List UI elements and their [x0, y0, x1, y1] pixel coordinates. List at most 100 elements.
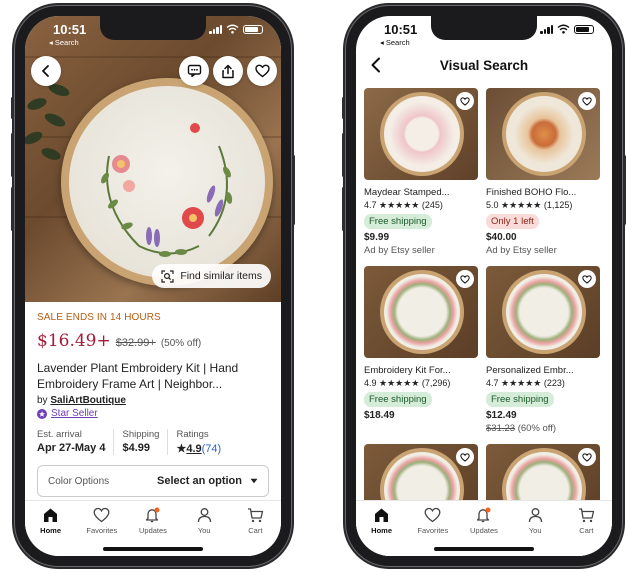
result-thumbnail[interactable]: [364, 88, 478, 180]
star-seller-label: Star Seller: [51, 408, 98, 419]
spec-label: Ratings: [176, 429, 209, 440]
signal-icon: [540, 24, 553, 34]
result-thumbnail[interactable]: [486, 88, 600, 180]
favorite-button[interactable]: [456, 270, 474, 288]
favorite-button[interactable]: [247, 56, 277, 86]
result-rating: 4.7 ★★★★★ (223): [486, 378, 565, 388]
message-seller-button[interactable]: [179, 56, 209, 86]
caret-down-icon: [250, 478, 258, 484]
stock-badge: Only 1 left: [486, 214, 539, 229]
visual-search-screen: 10:51 ◂ Search Visual Search Maydear Sta…: [356, 16, 612, 556]
result-title: Personalized Embr...: [486, 365, 574, 376]
share-icon: [222, 64, 234, 78]
original-price: $32.99+: [115, 337, 156, 349]
notch: [431, 16, 537, 40]
spec-shipping: Shipping $4.99: [122, 429, 169, 455]
tab-label: Cart: [248, 526, 263, 535]
home-icon: [44, 508, 58, 522]
tab-home[interactable]: Home: [27, 507, 75, 556]
original-price: $31.23: [486, 423, 516, 434]
tab-label: Cart: [579, 526, 594, 535]
favorite-button[interactable]: [456, 448, 474, 466]
battery-icon: [574, 24, 594, 34]
ad-label: Ad by Etsy seller: [364, 245, 435, 256]
bell-icon: [477, 507, 491, 523]
result-price: $18.49: [364, 410, 395, 421]
volume-up-button: [11, 133, 14, 177]
current-price: $16.49+: [37, 331, 111, 351]
visual-search-icon: [161, 269, 174, 283]
home-indicator[interactable]: [103, 547, 203, 551]
power-button: [292, 155, 295, 225]
result-rating: 4.7 ★★★★★ (245): [364, 200, 443, 210]
silent-switch: [342, 97, 345, 119]
spec-value: ★4.9(74): [176, 442, 221, 455]
discount-percent: (50% off): [160, 338, 202, 349]
favorite-button[interactable]: [578, 92, 596, 110]
tab-label: You: [197, 526, 211, 535]
wifi-icon: [226, 24, 239, 34]
listing-title[interactable]: Lavender Plant Embroidery Kit | Hand Emb…: [37, 360, 269, 392]
seller-link[interactable]: SaliArtBoutique: [50, 395, 126, 406]
status-time: 10:51: [384, 22, 418, 37]
result-price: $12.49: [486, 410, 517, 421]
color-options-select[interactable]: Color Options Select an option: [37, 465, 269, 497]
select-value: Select an option: [157, 475, 242, 487]
sale-banner: SALE ENDS IN 14 HOURS: [37, 312, 161, 323]
result-title: Maydear Stamped...: [364, 187, 450, 198]
rating-value: 4.9: [186, 443, 202, 455]
bell-icon: [146, 507, 160, 523]
back-to-search-link[interactable]: ◂ Search: [49, 38, 79, 47]
page-title: Visual Search: [439, 58, 529, 73]
result-card[interactable]: Finished BOHO Flo... 5.0 ★★★★★ (1,125) O…: [486, 88, 600, 256]
share-button[interactable]: [213, 56, 243, 86]
spec-ratings[interactable]: Ratings ★4.9(74): [176, 429, 229, 455]
silent-switch: [11, 97, 14, 119]
phone-frame-left: Find similar items 10:51 ◂ Search SALE E…: [11, 5, 295, 567]
back-to-search-link[interactable]: ◂ Search: [380, 38, 410, 47]
tab-home[interactable]: Home: [358, 507, 406, 556]
listing-details: SALE ENDS IN 14 HOURS $16.49+ $32.99+ (5…: [25, 302, 281, 497]
status-icons: [209, 24, 263, 34]
phone-frame-right: 10:51 ◂ Search Visual Search Maydear Sta…: [342, 5, 626, 567]
tab-label: Favorites: [86, 526, 118, 535]
home-indicator[interactable]: [434, 547, 534, 551]
tab-label: You: [528, 526, 542, 535]
shipping-badge: Free shipping: [486, 392, 554, 407]
status-bar: 10:51 ◂ Search: [25, 16, 281, 56]
cart-icon: [247, 508, 263, 523]
wifi-icon: [557, 24, 570, 34]
result-thumbnail[interactable]: [486, 266, 600, 358]
result-card[interactable]: Maydear Stamped... 4.7 ★★★★★ (245) Free …: [364, 88, 478, 256]
result-thumbnail[interactable]: [364, 266, 478, 358]
volume-down-button: [11, 187, 14, 231]
result-title: Embroidery Kit For...: [364, 365, 451, 376]
product-photo[interactable]: Find similar items: [25, 16, 281, 302]
person-icon: [197, 508, 211, 523]
star-seller-badge[interactable]: Star Seller: [37, 408, 269, 419]
tab-cart[interactable]: Cart: [562, 507, 610, 556]
find-similar-label: Find similar items: [180, 270, 262, 282]
shipping-badge: Free shipping: [364, 214, 432, 229]
listing-screen: Find similar items 10:51 ◂ Search SALE E…: [25, 16, 281, 556]
star-seller-icon: [37, 408, 47, 419]
heart-icon: [582, 452, 592, 462]
result-card[interactable]: Embroidery Kit For... 4.9 ★★★★★ (7,296) …: [364, 266, 478, 434]
spec-value: $4.99: [122, 442, 151, 454]
back-button[interactable]: [31, 56, 61, 86]
favorite-button[interactable]: [456, 92, 474, 110]
by-prefix: by: [37, 395, 48, 406]
spec-value: Apr 27-May 4: [37, 442, 106, 454]
find-similar-button[interactable]: Find similar items: [152, 264, 271, 288]
heart-icon: [254, 64, 270, 78]
status-bar: 10:51 ◂ Search: [356, 16, 612, 56]
home-icon: [375, 508, 389, 522]
status-time: 10:51: [53, 22, 87, 37]
spec-arrival: Est. arrival Apr 27-May 4: [37, 429, 115, 455]
result-card[interactable]: Personalized Embr... 4.7 ★★★★★ (223) Fre…: [486, 266, 600, 434]
tab-cart[interactable]: Cart: [231, 507, 279, 556]
tab-label: Updates: [139, 526, 167, 535]
favorite-button[interactable]: [578, 448, 596, 466]
favorite-button[interactable]: [578, 270, 596, 288]
results-grid: Maydear Stamped... 4.7 ★★★★★ (245) Free …: [364, 88, 604, 536]
